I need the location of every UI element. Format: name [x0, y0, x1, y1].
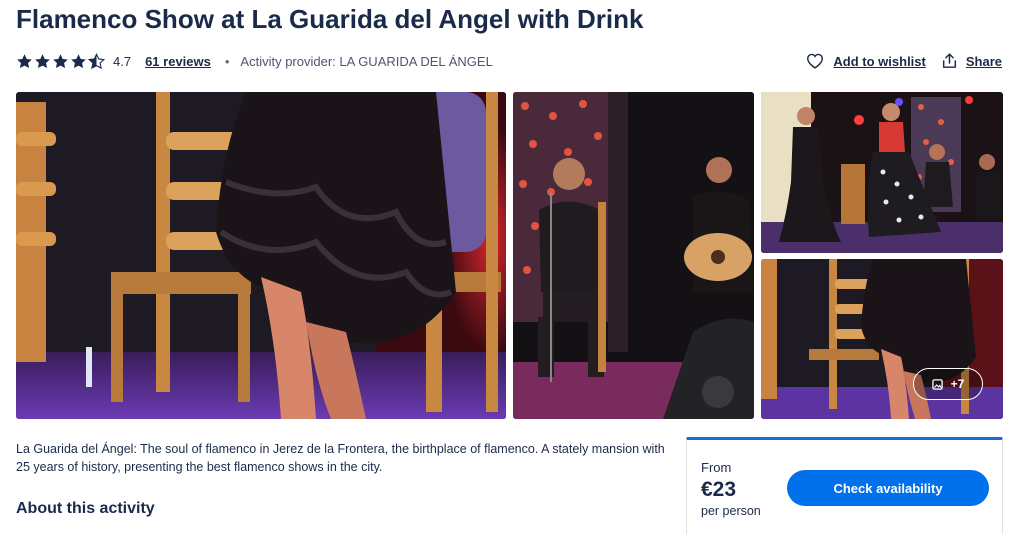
wishlist-label: Add to wishlist — [833, 53, 926, 69]
rating-value: 4.7 — [113, 53, 132, 69]
check-availability-button[interactable]: Check availability — [787, 470, 989, 506]
reviews-link[interactable]: 61 reviews — [145, 54, 211, 69]
image-icon — [931, 378, 943, 390]
page-title: Flamenco Show at La Guarida del Angel wi… — [16, 4, 644, 34]
star-icon — [53, 53, 68, 68]
rating-row: 4.7 61 reviews • Activity provider: LA G… — [16, 50, 493, 72]
share-icon — [942, 53, 957, 69]
about-heading: About this activity — [16, 500, 155, 517]
gallery-photo-dancer[interactable] — [16, 92, 506, 419]
more-photos-count: +7 — [950, 377, 965, 391]
gallery-photo-more[interactable]: +7 — [761, 259, 1003, 419]
price-from-label: From — [701, 460, 732, 475]
gallery-photo-dancers[interactable] — [761, 92, 1003, 253]
separator-dot: • — [224, 53, 230, 69]
star-rating — [16, 52, 105, 70]
activity-provider: Activity provider: LA GUARIDA DEL ÁNGEL — [240, 53, 493, 69]
header-actions: Add to wishlist Share — [806, 50, 1002, 72]
booking-card: From €23 per person Check availability — [686, 437, 1003, 534]
add-to-wishlist-button[interactable]: Add to wishlist — [806, 53, 926, 69]
activity-description: La Guarida del Ángel: The soul of flamen… — [16, 442, 665, 474]
more-photos-button[interactable]: +7 — [913, 368, 983, 400]
star-half-icon — [88, 52, 105, 69]
star-icon — [71, 53, 86, 68]
star-icon — [17, 53, 32, 68]
heart-icon — [806, 53, 824, 69]
price-per-label: per person — [701, 504, 761, 518]
share-label: Share — [965, 53, 1002, 69]
photo-gallery: +7 — [16, 92, 1003, 419]
star-icon — [35, 53, 50, 68]
price-value: €23 — [701, 478, 737, 501]
share-button[interactable]: Share — [942, 53, 1002, 69]
gallery-photo-singer[interactable] — [513, 92, 754, 419]
